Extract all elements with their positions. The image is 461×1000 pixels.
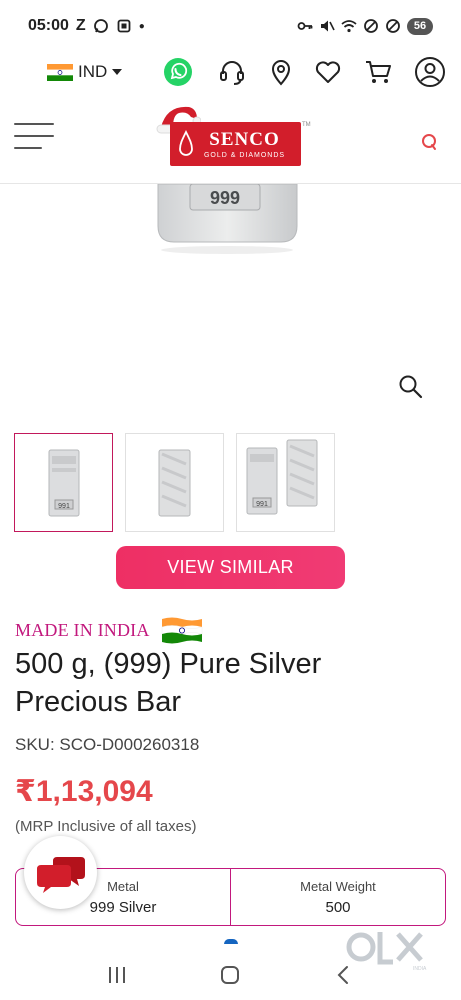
spec-value: 500 <box>325 898 351 916</box>
wishlist-button[interactable] <box>312 56 344 88</box>
store-locator-button[interactable] <box>265 56 297 88</box>
whatsapp-icon <box>164 58 192 86</box>
top-utility-bar: IND <box>0 52 461 96</box>
thumbnail-2-image <box>158 449 191 517</box>
system-navigation-bar <box>0 950 461 1000</box>
home-icon <box>221 966 240 984</box>
thumbnail-1-stamp: 991 <box>58 503 70 510</box>
whatsapp-button[interactable] <box>162 56 194 88</box>
cart-button[interactable] <box>362 56 394 88</box>
spec-label: Metal Weight <box>300 878 376 894</box>
country-code: IND <box>78 62 108 81</box>
user-icon <box>415 57 445 87</box>
thumbnail-1[interactable]: 991 <box>14 433 113 532</box>
chat-bubbles-icon <box>36 856 85 893</box>
back-icon <box>337 966 349 984</box>
chat-button[interactable] <box>24 836 97 909</box>
home-button[interactable] <box>216 961 244 989</box>
wifi-icon <box>341 20 357 33</box>
bar-stamp: 999 <box>210 188 240 208</box>
silver-bar-image: 999 <box>157 183 298 254</box>
key-icon <box>297 22 313 30</box>
no-signal-icon-2 <box>386 19 400 33</box>
thumbnail-gallery: 991 991 <box>14 433 336 533</box>
product-page: 05:00 Z ● 56 IND SENCO GOLD & DIAMONDS T… <box>0 0 461 1000</box>
mute-icon <box>321 20 335 32</box>
product-title: 500 g, (999) Pure Silver Precious Bar <box>15 648 322 718</box>
product-price: ₹1,13,094 <box>15 775 153 808</box>
view-similar-button[interactable]: VIEW SIMILAR <box>116 546 345 589</box>
status-app-letter: Z <box>75 17 86 34</box>
thumbnail-3[interactable]: 991 <box>236 433 335 532</box>
logo-sub-text: GOLD & DIAMONDS <box>203 152 286 159</box>
support-button[interactable] <box>216 56 248 88</box>
product-main-image[interactable]: 999 <box>0 183 461 418</box>
whatsapp-status-icon <box>93 19 108 33</box>
no-signal-icon <box>364 19 378 33</box>
status-dot-icon: ● <box>138 20 145 32</box>
recent-apps-button[interactable] <box>103 961 131 989</box>
logo-drop-icon <box>179 130 193 156</box>
caret-down-icon <box>112 69 123 75</box>
logo-main-text: SENCO <box>209 129 280 150</box>
scroll-indicator <box>224 939 238 944</box>
cart-icon <box>366 61 391 83</box>
thumbnail-3-stamp: 991 <box>256 501 268 508</box>
mrp-note: (MRP Inclusive of all taxes) <box>15 818 197 835</box>
account-button[interactable] <box>414 56 446 88</box>
thumbnail-3-image: 991 <box>246 439 318 515</box>
country-selector[interactable]: IND <box>47 62 123 82</box>
made-in-india-text: MADE IN INDIA <box>15 619 150 640</box>
headset-icon <box>220 61 244 85</box>
status-bar: 05:00 Z ● 56 <box>0 0 461 52</box>
heart-icon <box>315 61 341 83</box>
search-icon[interactable] <box>420 132 440 152</box>
trademark: TM <box>302 122 311 128</box>
india-flag-icon <box>161 617 202 644</box>
site-header: SENCO GOLD & DIAMONDS TM <box>0 96 461 184</box>
spec-metal-weight: Metal Weight 500 <box>230 869 445 925</box>
senco-logo[interactable]: SENCO GOLD & DIAMONDS <box>170 122 301 166</box>
screenshot-status-icon <box>117 19 131 33</box>
zoom-search-icon[interactable] <box>398 374 424 400</box>
status-left: 05:00 Z ● <box>28 17 145 35</box>
thumbnail-2[interactable] <box>125 433 224 532</box>
product-sku: SKU: SCO-D000260318 <box>15 735 200 754</box>
spec-label: Metal <box>107 878 139 894</box>
status-right: 56 <box>297 17 433 35</box>
location-pin-icon <box>271 60 291 86</box>
spec-value: 999 Silver <box>89 898 157 916</box>
battery-indicator: 56 <box>407 17 433 35</box>
india-flag-icon <box>47 63 73 81</box>
hamburger-menu-icon[interactable] <box>14 123 56 155</box>
recent-apps-icon <box>108 967 125 983</box>
status-time: 05:00 <box>28 17 69 34</box>
made-in-india-badge: MADE IN INDIA <box>15 615 204 645</box>
back-button[interactable] <box>330 961 358 989</box>
thumbnail-1-image: 991 <box>48 449 80 517</box>
